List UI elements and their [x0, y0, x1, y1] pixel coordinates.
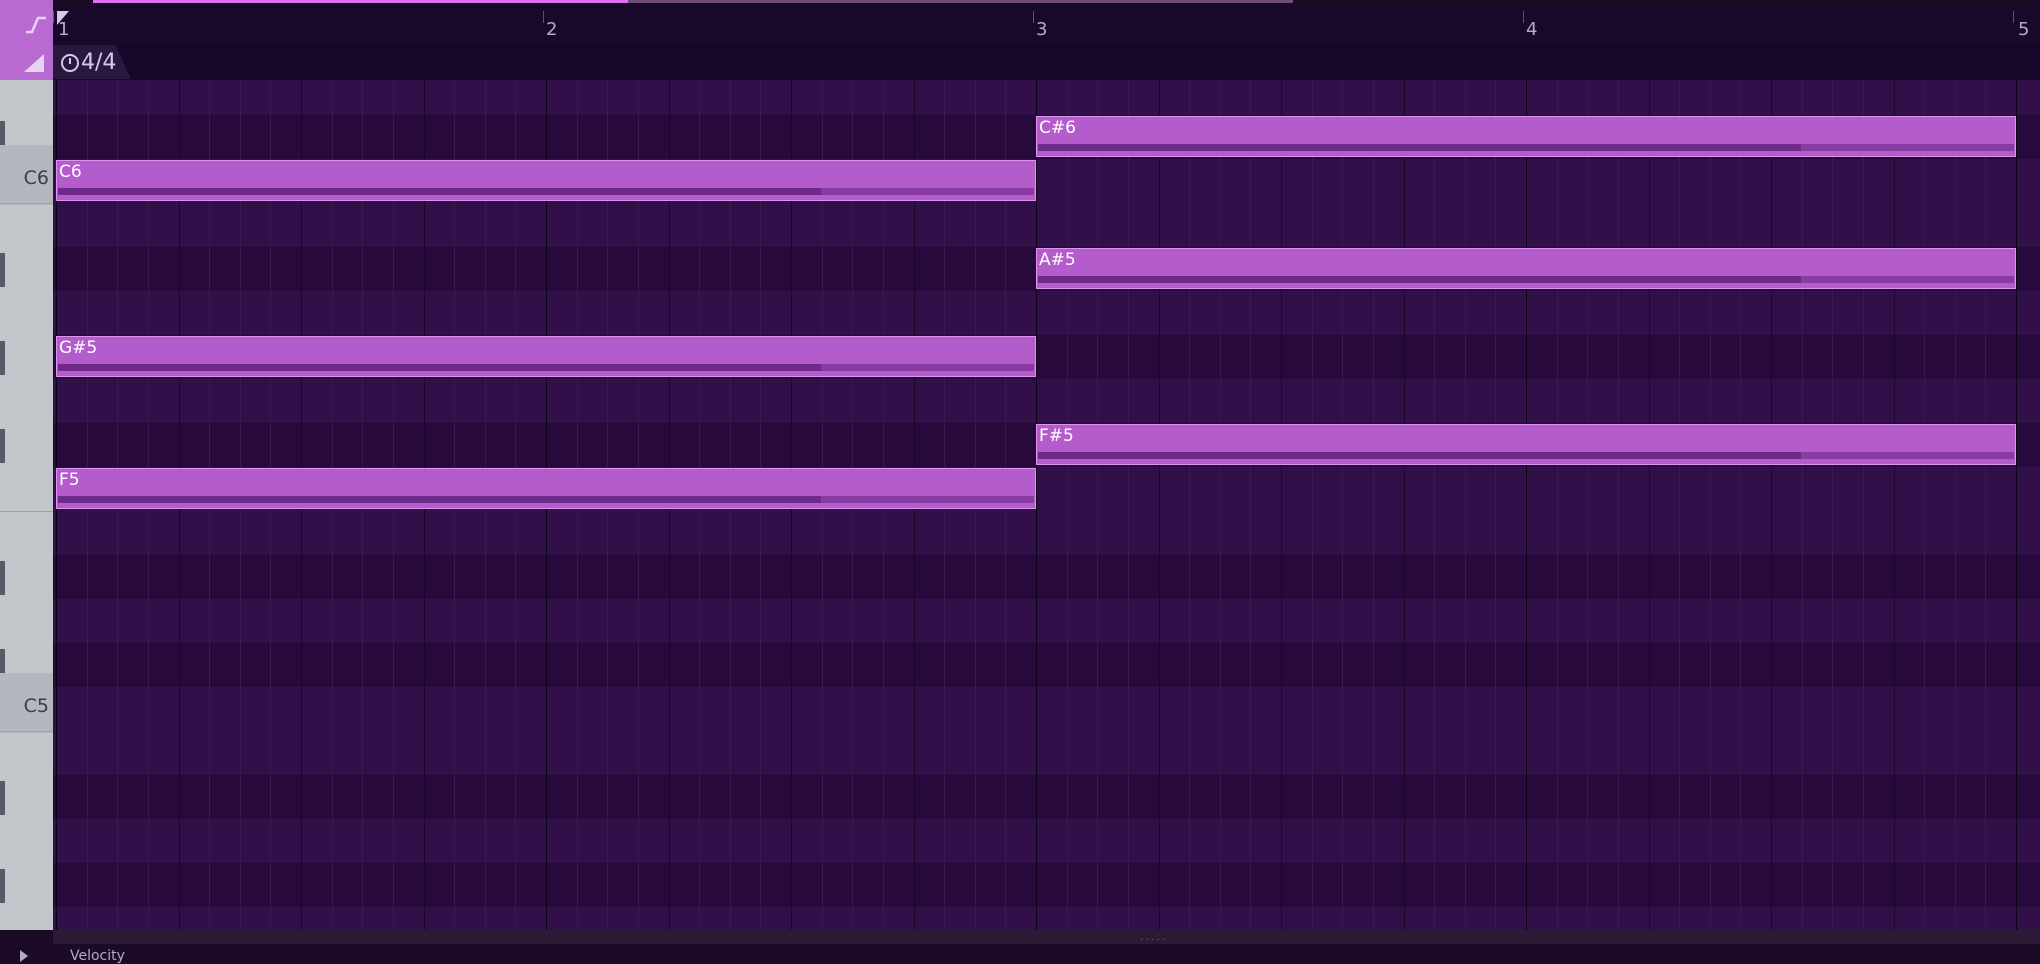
bar-number-5: 5: [2018, 19, 2030, 40]
velocity-bar[interactable]: [58, 364, 821, 371]
ramp-tool-button[interactable]: [0, 45, 53, 80]
key-divider: [0, 203, 53, 204]
grid-line: [1219, 80, 1221, 930]
grid-line: [1617, 80, 1619, 930]
grid-line: [1862, 80, 1864, 930]
grid-line: [1954, 80, 1956, 930]
ramp-icon: [24, 54, 44, 72]
grid-line: [1924, 80, 1926, 930]
grid-lane[interactable]: [53, 511, 2040, 555]
curve-icon: [26, 16, 46, 34]
scrollbar-highlight: [93, 0, 628, 3]
grid-line: [1311, 80, 1313, 930]
grid-line: [1342, 80, 1344, 930]
bar-number-3: 3: [1036, 19, 1048, 40]
grid-lane[interactable]: [53, 863, 2040, 907]
bottom-panel-label: Velocity: [70, 948, 125, 964]
note-label: G#5: [59, 338, 98, 358]
key-divider: [0, 731, 53, 732]
note-asharp5[interactable]: A#5: [1036, 248, 2016, 289]
grid-line: [1189, 80, 1191, 930]
grid-line: [1832, 80, 1834, 930]
splitter-grip-icon: ·····: [1140, 933, 1168, 946]
grid-line: [1526, 80, 1527, 930]
grid-lane[interactable]: [53, 819, 2040, 863]
velocity-bar[interactable]: [58, 188, 821, 195]
note-label: C#6: [1039, 118, 1076, 138]
grid-line: [1127, 80, 1129, 930]
grid-lane[interactable]: [53, 555, 2040, 599]
velocity-bar[interactable]: [1038, 276, 1801, 283]
note-f5[interactable]: F5: [56, 468, 1036, 509]
timeline-ruler[interactable]: 1 2 3 4 5 4/4: [53, 5, 2040, 80]
key-label-c5: C5: [23, 695, 49, 717]
grid-line: [1985, 80, 1987, 930]
grid-lane[interactable]: [53, 687, 2040, 731]
grid-line: [1801, 80, 1803, 930]
grid-line: [1097, 80, 1099, 930]
grid-line: [1587, 80, 1589, 930]
grid-lane[interactable]: [53, 599, 2040, 643]
grid-line: [2016, 80, 2017, 930]
velocity-bar[interactable]: [1038, 452, 1801, 459]
grid-lane[interactable]: [53, 775, 2040, 819]
grid-line: [1158, 80, 1160, 930]
grid-line: [1464, 80, 1466, 930]
grid-line: [1648, 80, 1650, 930]
bar-number-2: 2: [546, 19, 558, 40]
grid-lane[interactable]: [53, 731, 2040, 775]
grid-lane[interactable]: [53, 80, 2040, 115]
piano-keyboard[interactable]: C6 C5: [0, 80, 53, 964]
black-key[interactable]: [0, 429, 5, 463]
grid-line: [1556, 80, 1558, 930]
piano-roll: 1 2 3 4 5 4/4 C6 C5 C6 G#5 F5 C#6 A#5 F#5 ····…: [0, 0, 2040, 964]
bottom-panel: ····· Velocity: [0, 930, 2040, 964]
black-key[interactable]: [0, 341, 5, 375]
note-label: A#5: [1039, 250, 1076, 270]
grid-line: [1740, 80, 1742, 930]
velocity-bar[interactable]: [1038, 144, 1801, 151]
grid-line: [1403, 80, 1405, 930]
note-label: F#5: [1039, 426, 1074, 446]
grid-line: [1709, 80, 1711, 930]
velocity-bar[interactable]: [58, 496, 821, 503]
note-label: F5: [59, 470, 80, 490]
black-key[interactable]: [0, 561, 5, 595]
panel-splitter[interactable]: ·····: [53, 930, 2040, 946]
note-csharp6[interactable]: C#6: [1036, 116, 2016, 157]
note-grid[interactable]: C6 G#5 F5 C#6 A#5 F#5: [53, 80, 2040, 930]
black-key[interactable]: [0, 253, 5, 287]
clock-icon: [61, 54, 79, 72]
grid-line: [1066, 80, 1068, 930]
grid-line: [1036, 80, 1037, 930]
grid-line: [1771, 80, 1772, 930]
grid-line: [1679, 80, 1681, 930]
note-label: C6: [59, 162, 82, 182]
grid-lane[interactable]: [53, 907, 2040, 930]
ruler-marker-lane[interactable]: [53, 45, 2040, 80]
grid-lane[interactable]: [53, 643, 2040, 687]
note-gsharp5[interactable]: G#5: [56, 336, 1036, 377]
grid-line: [1434, 80, 1436, 930]
key-divider: [0, 511, 53, 512]
grid-line: [1893, 80, 1895, 930]
grid-lane[interactable]: [53, 379, 2040, 423]
key-label-c6: C6: [23, 167, 49, 189]
grid-line: [1495, 80, 1497, 930]
time-signature-label: 4/4: [81, 50, 117, 75]
grid-line: [1250, 80, 1252, 930]
grid-line: [1372, 80, 1374, 930]
black-key[interactable]: [0, 869, 5, 903]
grid-lane[interactable]: [53, 203, 2040, 247]
bar-number-1: 1: [58, 19, 70, 40]
note-fsharp5[interactable]: F#5: [1036, 424, 2016, 465]
expand-arrow-icon[interactable]: [20, 950, 28, 962]
grid-lane[interactable]: [53, 291, 2040, 335]
black-key[interactable]: [0, 781, 5, 815]
note-c6[interactable]: C6: [56, 160, 1036, 201]
grid-line: [1281, 80, 1282, 930]
curve-tool-button[interactable]: [0, 0, 53, 45]
tool-corner: [0, 0, 53, 80]
bar-number-4: 4: [1526, 19, 1538, 40]
